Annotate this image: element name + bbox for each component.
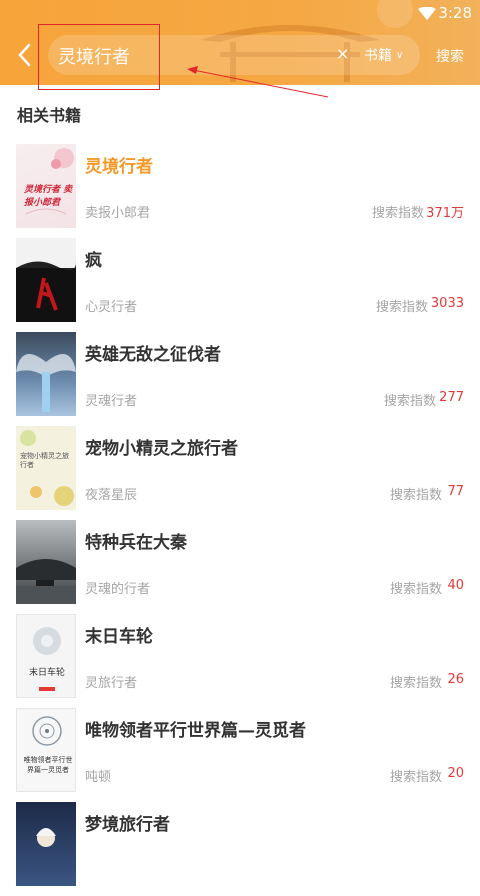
book-item[interactable]: 疯 心灵行者 搜索指数 3033 (0, 238, 480, 332)
cover-art (33, 627, 61, 691)
category-label: 书籍 (364, 48, 392, 64)
status-bar: 3:28 (0, 0, 480, 26)
cover-title: 宠物小精灵之旅行者 (20, 452, 69, 469)
book-title: 灵境行者 (85, 157, 153, 177)
book-title: 宠物小精灵之旅行者 (85, 439, 238, 459)
search-index-value: 77 (447, 484, 464, 499)
cover-art (16, 559, 76, 604)
cover-title: 末日车轮 (29, 668, 66, 678)
book-author: 灵旅行者 (85, 676, 138, 691)
book-title: 末日车轮 (85, 627, 153, 647)
book-cover (16, 332, 76, 416)
book-title: 特种兵在大秦 (85, 533, 187, 553)
annotation-arrow (187, 66, 329, 98)
cover-art (16, 354, 76, 412)
book-cover (16, 520, 76, 604)
search-index-label: 搜索指数 (375, 300, 428, 315)
cover-art (32, 716, 62, 746)
search-index-value: 40 (447, 578, 464, 593)
search-index-value: 20 (447, 766, 464, 781)
book-title: 唯物领者平行世界篇—灵觅者 (85, 721, 306, 741)
chevron-down-icon: ∨ (396, 50, 404, 61)
book-author: 灵魂的行者 (85, 582, 151, 597)
book-item[interactable]: 特种兵在大秦 灵魂的行者 搜索指数 40 (0, 520, 480, 614)
book-author: 吨顿 (85, 770, 112, 785)
cover-art (16, 238, 76, 311)
book-author: 卖报小郎君 (85, 206, 151, 221)
search-index-value: 26 (447, 672, 464, 687)
book-item[interactable]: 唯物领者平行世界篇一灵觅者 唯物领者平行世界篇—灵觅者 吨顿 搜索指数 20 (0, 708, 480, 802)
cover-title: 唯物领者平行世界篇一灵觅者 (23, 756, 73, 774)
book-author: 夜落星辰 (85, 488, 138, 503)
clear-icon[interactable]: × (336, 44, 349, 63)
search-index-label: 搜索指数 (389, 488, 442, 503)
search-index-label: 搜索指数 (371, 206, 424, 221)
search-index-label: 搜索指数 (389, 770, 442, 785)
search-index-value: 277 (439, 390, 464, 405)
search-button[interactable]: 搜索 (436, 46, 464, 66)
book-title: 梦境旅行者 (85, 815, 170, 835)
cover-title: 灵境行者 卖报小郎君 (24, 185, 73, 208)
status-time: 3:28 (438, 4, 472, 22)
book-author: 灵魂行者 (85, 394, 138, 409)
book-cover: 唯物领者平行世界篇一灵觅者 (16, 708, 76, 792)
book-cover: 末日车轮 (16, 614, 76, 698)
book-item[interactable]: 末日车轮 末日车轮 灵旅行者 搜索指数 26 (0, 614, 480, 708)
back-arrow-icon[interactable] (14, 42, 36, 68)
search-index-label: 搜索指数 (389, 582, 442, 597)
search-index-label: 搜索指数 (383, 394, 436, 409)
book-cover: 宠物小精灵之旅行者 (16, 426, 76, 510)
book-title: 疯 (85, 251, 102, 271)
book-title: 英雄无敌之征伐者 (85, 345, 221, 365)
annotation-highlight-box (38, 24, 160, 90)
cover-art (36, 828, 56, 847)
book-item[interactable]: 宠物小精灵之旅行者 宠物小精灵之旅行者 夜落星辰 搜索指数 77 (0, 426, 480, 520)
wifi-icon (418, 7, 436, 20)
search-index-value: 3033 (430, 296, 464, 311)
book-cover: 灵境行者 卖报小郎君 (16, 144, 76, 228)
section-title: 相关书籍 (17, 106, 82, 125)
category-dropdown[interactable]: 书籍 ∨ (364, 45, 403, 65)
search-index-label: 搜索指数 (389, 676, 442, 691)
search-index-value: 371万 (426, 206, 464, 221)
book-item[interactable]: 英雄无敌之征伐者 灵魂行者 搜索指数 277 (0, 332, 480, 426)
book-item[interactable]: 灵境行者 卖报小郎君 灵境行者 卖报小郎君 搜索指数 371万 (0, 144, 480, 238)
book-author: 心灵行者 (85, 300, 138, 315)
book-item[interactable]: 梦境旅行者 (0, 802, 480, 896)
book-cover (16, 802, 76, 886)
book-cover (16, 238, 76, 322)
